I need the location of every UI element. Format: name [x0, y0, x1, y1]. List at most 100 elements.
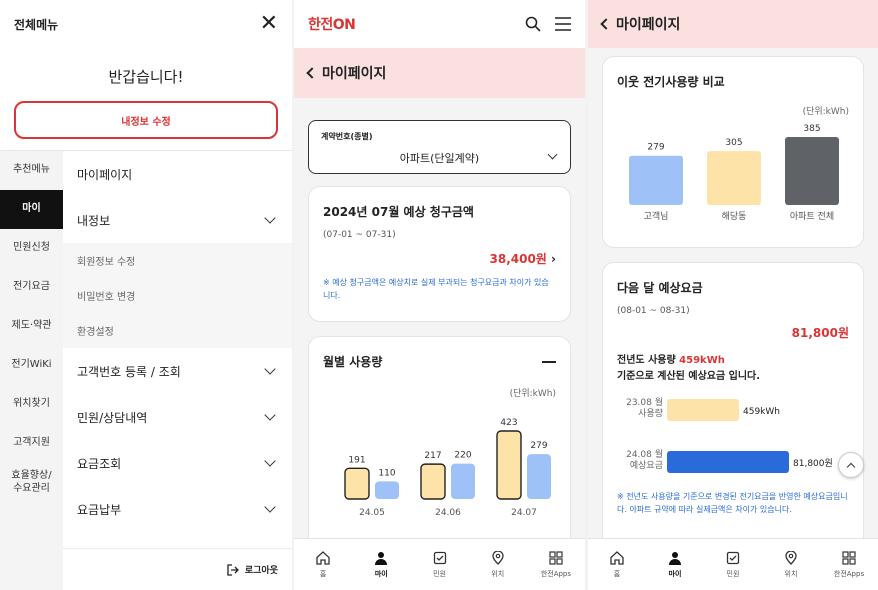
- tab-my[interactable]: 마이: [646, 539, 704, 590]
- usage-bar: [527, 454, 551, 499]
- nav-item-wiki[interactable]: 전기WiKi: [0, 346, 63, 385]
- neighbor-title: 이웃 전기사용량 비교: [617, 75, 725, 89]
- tab-label: 한전Apps: [540, 569, 572, 578]
- tab-label: 민원: [726, 569, 740, 578]
- tab-apps[interactable]: 한전Apps: [527, 539, 585, 590]
- chevron-down-icon: [264, 455, 276, 467]
- forecast-amount: 81,800원: [791, 326, 849, 340]
- tab-apps[interactable]: 한전Apps: [820, 539, 878, 590]
- neighbor-category-label: 고객님: [644, 211, 669, 222]
- nav-item-recommended[interactable]: 추천메뉴: [0, 151, 63, 190]
- chevron-up-icon: [846, 462, 856, 471]
- bill-amount-link[interactable]: 38,400원 ›: [323, 250, 557, 267]
- tab-label: 홈: [613, 569, 621, 578]
- grid-apps-icon: [549, 550, 563, 565]
- bill-card: 2024년 07월 예상 청구금액 (07-01 ~ 07-31) 38,400…: [308, 186, 571, 322]
- tab-location[interactable]: 위치: [469, 539, 527, 590]
- nav-item-location[interactable]: 위치찾기: [0, 385, 63, 424]
- greeting-text: 반갑습니다!: [108, 68, 184, 86]
- tab-location[interactable]: 위치: [762, 539, 820, 590]
- usage-bar-value: 191: [348, 455, 365, 465]
- edit-profile-button[interactable]: 내정보 수정: [14, 101, 278, 139]
- chevron-down-icon: [264, 501, 276, 513]
- tab-label: 마이: [374, 569, 388, 578]
- tab-complaint[interactable]: 민원: [704, 539, 762, 590]
- nav-item-fee[interactable]: 전기요금: [0, 268, 63, 307]
- logout-icon: [227, 563, 239, 576]
- tab-label: 한전Apps: [833, 569, 865, 578]
- page-title: 마이페이지: [616, 17, 681, 33]
- submenu-item-settings[interactable]: 환경설정: [63, 313, 292, 348]
- location-pin-icon: [492, 550, 504, 565]
- nav-item-complaint[interactable]: 민원신청: [0, 229, 63, 268]
- neighbor-category-label: 해당동: [722, 211, 747, 222]
- usage-title: 월별 사용량: [323, 355, 383, 369]
- app-logo[interactable]: 한전ON: [308, 14, 356, 34]
- back-arrow-icon[interactable]: [306, 67, 318, 79]
- right-menu-list: 마이페이지 내정보 회원정보 수정 비밀번호 변경 환경설정 고객번호 등록 /…: [63, 151, 292, 590]
- forecast-range: (08-01 ~ 08-31): [617, 306, 690, 316]
- usage-bar-value: 217: [424, 451, 441, 461]
- hamburger-menu-icon[interactable]: [555, 17, 571, 31]
- neighbor-bar-value: 385: [803, 124, 820, 134]
- usage-bar: [420, 463, 446, 500]
- submenu-item-member-edit[interactable]: 회원정보 수정: [63, 243, 292, 278]
- menu-item-fee-inquiry[interactable]: 요금조회: [63, 440, 292, 486]
- logout-label: 로그아웃: [244, 566, 278, 576]
- contract-select[interactable]: 계약번호(종별) 아파트(단일계약): [308, 120, 571, 174]
- forecast-line1-prefix: 전년도 사용량: [617, 355, 680, 366]
- forecast-bar: [667, 399, 739, 421]
- menu-body: 추천메뉴 마이 민원신청 전기요금 제도·약관 전기WiKi 위치찾기 고객지원…: [0, 150, 292, 590]
- menu-item-label: 요금조회: [77, 456, 122, 471]
- close-icon[interactable]: ✕: [260, 13, 278, 35]
- forecast-card: 다음 달 예상요금 (08-01 ~ 08-31) 81,800원 전년도 사용…: [602, 262, 864, 552]
- location-pin-icon: [785, 550, 797, 565]
- home-icon: [316, 550, 330, 565]
- menu-item-myinfo[interactable]: 내정보: [63, 197, 292, 243]
- back-arrow-icon[interactable]: [600, 18, 612, 30]
- bottom-tab-bar: 홈 마이 민원 위치 한전Apps: [588, 538, 878, 590]
- menu-item-label: 내정보: [77, 213, 111, 228]
- search-icon[interactable]: [525, 16, 541, 32]
- tab-home[interactable]: 홈: [294, 539, 352, 590]
- neighbor-bar: [707, 151, 761, 205]
- person-icon: [375, 551, 388, 565]
- menu-item-mypage[interactable]: 마이페이지: [63, 151, 292, 197]
- usage-month-label: 24.06: [435, 508, 461, 518]
- menu-item-fee-payment[interactable]: 요금납부: [63, 486, 292, 532]
- nav-item-my[interactable]: 마이: [0, 190, 63, 229]
- forecast-bar-label: 23.08 월: [626, 396, 663, 408]
- menu-item-complaints[interactable]: 민원/상담내역: [63, 394, 292, 440]
- forecast-note: ※ 전년도 사용량을 기준으로 변경된 전기요금을 반영한 예상요금입니다. 아…: [617, 492, 848, 514]
- nav-item-policy[interactable]: 제도·약관: [0, 307, 63, 346]
- menu-item-customer-no[interactable]: 고객번호 등록 / 조회: [63, 348, 292, 394]
- forecast-bar-value: 81,800원: [793, 458, 833, 469]
- tab-label: 마이: [668, 569, 682, 578]
- menu-item-label: 요금납부: [77, 502, 122, 517]
- collapse-icon[interactable]: [542, 360, 556, 363]
- monthly-usage-chart: 191 110 24.05 217 220 24.06 423 279 24.07: [344, 418, 551, 518]
- nav-item-efficiency[interactable]: 효율향상/수요관리: [0, 463, 63, 502]
- contract-label: 계약번호(종별): [321, 132, 373, 141]
- submenu-item-password[interactable]: 비밀번호 변경: [63, 278, 292, 313]
- tab-my[interactable]: 마이: [352, 539, 410, 590]
- usage-month-label: 24.07: [511, 508, 537, 518]
- nav-item-support[interactable]: 고객지원: [0, 424, 63, 463]
- logout-button[interactable]: 로그아웃: [63, 548, 292, 590]
- bill-amount: 38,400원: [489, 252, 547, 266]
- menu-header: 전체메뉴 ✕: [0, 0, 292, 48]
- chevron-down-icon: [264, 212, 276, 224]
- page-title-bar: 마이페이지: [588, 0, 878, 48]
- usage-bar-value: 423: [500, 418, 517, 428]
- menu-item-label: 민원/상담내역: [77, 410, 148, 425]
- menu-item-label: 마이페이지: [77, 167, 133, 182]
- forecast-summary: 전년도 사용량 459kWh 기준으로 계산된 예상요금 입니다.: [617, 353, 849, 385]
- bill-title: 2024년 07월 예상 청구금액: [323, 205, 474, 219]
- tab-home[interactable]: 홈: [588, 539, 646, 590]
- neighbor-category-label: 아파트 전체: [790, 211, 834, 222]
- contract-value: 아파트(단일계약): [399, 152, 480, 165]
- usage-bar: [496, 430, 522, 500]
- tab-complaint[interactable]: 민원: [410, 539, 468, 590]
- grid-apps-icon: [842, 550, 856, 565]
- scroll-top-button[interactable]: [838, 452, 864, 478]
